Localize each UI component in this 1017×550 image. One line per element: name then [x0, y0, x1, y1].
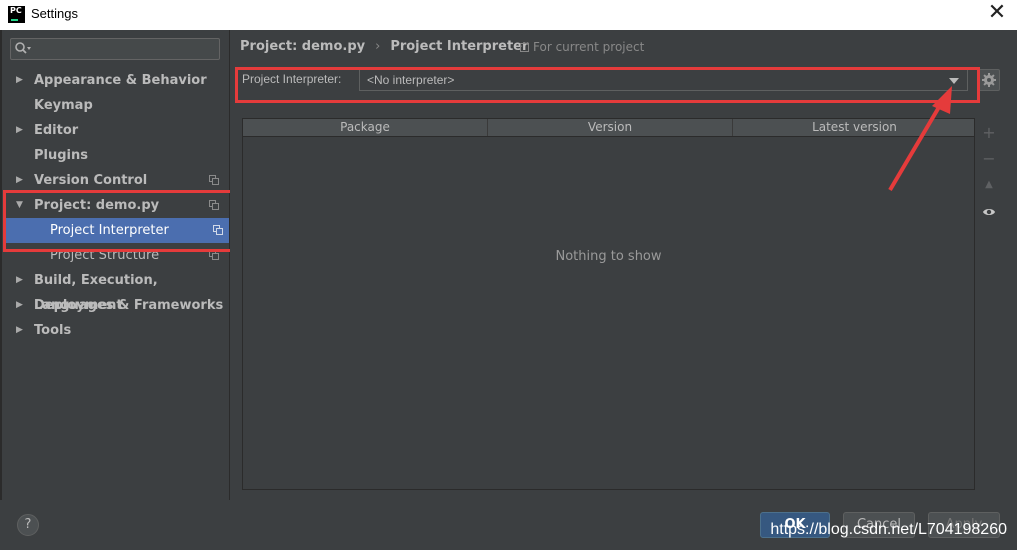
breadcrumb-project: Project: demo.py — [240, 39, 366, 54]
interpreter-label: Project Interpreter: — [242, 72, 342, 86]
sidebar-item-languages-frameworks[interactable]: ▶ Languages & Frameworks — [2, 293, 229, 318]
expand-arrow-icon[interactable]: ▶ — [16, 268, 23, 293]
sidebar-item-project-structure[interactable]: Project Structure — [2, 243, 229, 268]
sidebar-item-label: Project Structure — [50, 248, 160, 263]
eye-icon — [983, 208, 995, 215]
project-scope-icon — [209, 175, 219, 185]
sidebar-item-label: Appearance & Behavior — [34, 73, 207, 88]
scope-text: For current project — [533, 40, 645, 54]
sidebar-item-keymap[interactable]: Keymap — [2, 93, 229, 118]
sidebar-item-label: Version Control — [34, 173, 148, 188]
dialog-footer: ? OK Cancel Apply https://blog.csdn.net/… — [0, 500, 1017, 550]
help-button[interactable]: ? — [17, 514, 39, 536]
sidebar-item-project-interpreter[interactable]: Project Interpreter — [6, 218, 229, 243]
sidebar-item-version-control[interactable]: ▶ Version Control — [2, 168, 229, 193]
watermark-text: https://blog.csdn.net/L704198260 — [770, 521, 1007, 538]
upgrade-package-button[interactable]: ▲ — [978, 174, 1000, 196]
sidebar-item-appearance-behavior[interactable]: ▶ Appearance & Behavior — [2, 68, 229, 93]
settings-sidebar: ▶ Appearance & Behavior Keymap ▶ Editor … — [2, 30, 230, 500]
interpreter-value: <No interpreter> — [367, 73, 455, 87]
close-button[interactable]: ✕ — [985, 2, 1009, 26]
breadcrumb-page: Project Interpreter — [390, 39, 529, 54]
project-scope-icon — [209, 200, 219, 210]
table-header: Package Version Latest version — [243, 119, 974, 137]
expand-arrow-icon[interactable]: ▶ — [16, 68, 23, 93]
sidebar-item-label: Editor — [34, 123, 79, 138]
scope-indicator: For current project — [520, 40, 644, 54]
expand-arrow-icon[interactable]: ▶ — [16, 118, 23, 143]
remove-package-button[interactable]: − — [978, 148, 1000, 170]
sidebar-item-tools[interactable]: ▶ Tools — [2, 318, 229, 343]
sidebar-item-label: Project Interpreter — [50, 223, 169, 238]
packages-table[interactable]: Package Version Latest version Nothing t… — [242, 118, 975, 490]
breadcrumb-separator: › — [375, 39, 381, 54]
pycharm-app-icon: PC — [8, 6, 25, 23]
expand-arrow-icon[interactable]: ▶ — [16, 293, 23, 318]
sidebar-item-editor[interactable]: ▶ Editor — [2, 118, 229, 143]
show-early-releases-button[interactable] — [978, 200, 1000, 222]
project-scope-icon — [520, 43, 529, 52]
empty-state-text: Nothing to show — [555, 249, 662, 264]
sidebar-item-label: Plugins — [34, 148, 88, 163]
title-bar: PC Settings ✕ — [0, 0, 1017, 30]
add-package-button[interactable]: + — [978, 122, 1000, 144]
breadcrumb: Project: demo.py › Project Interpreter — [240, 39, 528, 54]
project-scope-icon — [213, 225, 223, 235]
expand-arrow-icon[interactable]: ▶ — [16, 168, 23, 193]
search-icon — [14, 41, 32, 57]
gear-icon — [982, 73, 996, 87]
project-scope-icon — [209, 250, 219, 260]
expand-arrow-icon[interactable]: ▶ — [16, 318, 23, 343]
sidebar-item-build-execution-deployment[interactable]: ▶ Build, Execution, Deployment — [2, 268, 229, 313]
settings-search-input[interactable] — [10, 38, 220, 60]
interpreter-settings-button[interactable] — [978, 69, 1000, 91]
window-title: Settings — [31, 6, 78, 21]
column-header-package[interactable]: Package — [243, 119, 488, 136]
sidebar-item-project-demo[interactable]: ▼ Project: demo.py — [2, 193, 229, 218]
interpreter-dropdown[interactable]: <No interpreter> — [359, 69, 968, 91]
sidebar-item-label: Project: demo.py — [34, 198, 160, 213]
sidebar-item-label: Keymap — [34, 98, 93, 113]
sidebar-item-label: Languages & Frameworks — [34, 298, 224, 313]
annotation-arrow-icon — [888, 86, 952, 192]
collapse-arrow-icon[interactable]: ▼ — [16, 193, 23, 218]
sidebar-item-plugins[interactable]: Plugins — [2, 143, 229, 168]
sidebar-item-label: Tools — [34, 323, 72, 338]
column-header-version[interactable]: Version — [488, 119, 733, 136]
